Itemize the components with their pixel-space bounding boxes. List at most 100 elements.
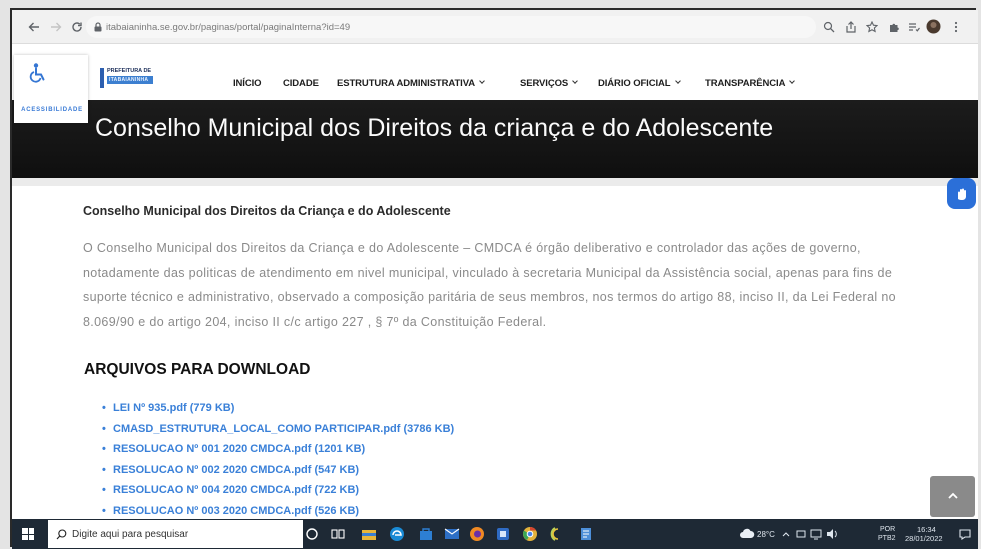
content-paragraph: O Conselho Municipal dos Direitos da Cri…: [83, 241, 896, 329]
accessibility-label: ACESSIBILIDADE: [21, 107, 83, 113]
back-arrow-icon[interactable]: [28, 21, 40, 33]
page-banner: Conselho Municipal dos Direitos da crian…: [12, 100, 978, 178]
main-content: Conselho Municipal dos Direitos da Crian…: [12, 178, 978, 519]
download-link-label[interactable]: CMASD_ESTRUTURA_LOCAL_COMO PARTICIPAR.pd…: [113, 423, 454, 435]
nav-diario-oficial[interactable]: DIÁRIO OFICIAL: [598, 78, 681, 90]
windows-taskbar: Digite aqui para pesquisar 28°C POR PTB2…: [12, 519, 978, 549]
download-link-label[interactable]: RESOLUCAO Nº 001 2020 CMDCA.pdf (1201 KB…: [113, 443, 365, 455]
scroll-to-top-button[interactable]: [930, 476, 975, 517]
share-icon[interactable]: [845, 21, 857, 33]
nav-label: CIDADE: [283, 78, 319, 89]
downloads-list: • LEI Nº 935.pdf (779 KB) • CMASD_ESTRUTUR…: [102, 398, 454, 521]
logo-mark: [100, 68, 104, 88]
clock-time[interactable]: 16:34: [917, 525, 936, 534]
download-link-lei-935[interactable]: • LEI Nº 935.pdf (779 KB): [102, 398, 454, 419]
zoom-icon[interactable]: [823, 21, 835, 33]
firefox-icon[interactable]: [469, 526, 485, 542]
mail-icon[interactable]: [444, 526, 460, 542]
chevron-up-icon: [948, 492, 958, 499]
bullet: •: [102, 402, 106, 414]
nav-transparencia[interactable]: TRANSPARÊNCIA: [705, 78, 796, 90]
download-link-label[interactable]: RESOLUCAO Nº 002 2020 CMDCA.pdf (547 KB): [113, 464, 359, 476]
download-link-resolucao-004[interactable]: • RESOLUCAO Nº 004 2020 CMDCA.pdf (722 KB…: [102, 480, 454, 501]
address-bar-url[interactable]: itabaianinha.se.gov.br/paginas/portal/pa…: [106, 22, 350, 33]
nav-label: TRANSPARÊNCIA: [705, 78, 786, 89]
volume-icon[interactable]: [826, 526, 838, 542]
windows-logo-square: [28, 534, 34, 540]
menu-dots-icon[interactable]: [950, 21, 962, 33]
windows-start-icon[interactable]: [22, 528, 34, 540]
download-link-label[interactable]: RESOLUCAO Nº 003 2020 CMDCA.pdf (526 KB): [113, 505, 359, 517]
download-link-label[interactable]: LEI Nº 935.pdf (779 KB): [113, 402, 234, 414]
sign-language-hand-icon: [958, 188, 966, 200]
notification-center-icon[interactable]: [958, 526, 972, 542]
bullet: •: [102, 484, 106, 496]
nav-label: INÍCIO: [233, 78, 262, 89]
task-view-icon[interactable]: [330, 526, 346, 542]
content-top-strip: [12, 178, 978, 186]
file-explorer-icon[interactable]: [361, 526, 377, 542]
logo-text-name: ITABAIANINHA: [109, 77, 149, 83]
show-hidden-icons-chevron[interactable]: [781, 526, 791, 542]
bullet: •: [102, 422, 106, 435]
logo-band: ITABAIANINHA: [107, 76, 153, 84]
taskbar-app-icon[interactable]: [578, 526, 594, 542]
chevron-down-icon: [674, 78, 681, 84]
nav-label: ESTRUTURA ADMINISTRATIVA: [337, 78, 475, 89]
nav-cidade[interactable]: CIDADE: [283, 78, 319, 90]
forward-arrow-icon[interactable]: [50, 21, 62, 33]
bullet: •: [102, 504, 106, 517]
taskbar-search-box[interactable]: Digite aqui para pesquisar: [48, 520, 303, 548]
download-link-resolucao-003[interactable]: • RESOLUCAO Nº 003 2020 CMDCA.pdf (526 KB…: [102, 501, 454, 522]
scanned-frame: itabaianinha.se.gov.br/paginas/portal/pa…: [0, 0, 981, 549]
windows-logo-square: [22, 534, 28, 540]
download-link-resolucao-001[interactable]: • RESOLUCAO Nº 001 2020 CMDCA.pdf (1201 K…: [102, 439, 454, 460]
vlibras-button[interactable]: [947, 178, 976, 209]
downloads-title: ARQUIVOS PARA DOWNLOAD: [84, 361, 311, 378]
store-icon[interactable]: [418, 526, 434, 542]
chevron-down-icon: [479, 78, 485, 84]
reading-list-icon[interactable]: [908, 21, 920, 33]
weather-temperature[interactable]: 28°C: [757, 530, 775, 539]
lock-icon[interactable]: [92, 21, 104, 33]
chevron-down-icon: [572, 78, 578, 84]
site-logo[interactable]: PREFEITURA DE ITABAIANINHA: [100, 68, 153, 90]
cortana-icon[interactable]: [304, 526, 320, 542]
page-title: Conselho Municipal dos Direitos da crian…: [95, 114, 774, 142]
profile-avatar-icon[interactable]: [926, 19, 941, 34]
taskbar-app-icon[interactable]: [550, 526, 566, 542]
nav-label: DIÁRIO OFICIAL: [598, 78, 671, 89]
download-link-cmasd-estrutura[interactable]: • CMASD_ESTRUTURA_LOCAL_COMO PARTICIPAR.p…: [102, 419, 454, 440]
taskbar-search-placeholder: Digite aqui para pesquisar: [72, 529, 189, 540]
search-icon: [56, 529, 67, 540]
site-header: PREFEITURA DE ITABAIANINHA INÍCIO CIDADE…: [12, 44, 978, 100]
network-icon[interactable]: [810, 526, 822, 542]
reload-icon[interactable]: [71, 21, 83, 33]
device-icon[interactable]: [795, 526, 807, 542]
chevron-down-icon: [789, 78, 796, 84]
wheelchair-icon: [29, 63, 45, 83]
extensions-icon[interactable]: [888, 21, 900, 33]
edge-browser-icon[interactable]: [389, 526, 405, 542]
nav-label: SERVIÇOS: [520, 78, 569, 89]
nav-estrutura-administrativa[interactable]: ESTRUTURA ADMINISTRATIVA: [337, 78, 485, 90]
nav-inicio[interactable]: INÍCIO: [233, 78, 262, 90]
bullet: •: [102, 463, 106, 476]
keyboard-layout[interactable]: PTB2: [878, 534, 896, 543]
nav-servicos[interactable]: SERVIÇOS: [520, 78, 578, 90]
weather-cloud-icon[interactable]: [739, 526, 755, 542]
download-link-resolucao-002[interactable]: • RESOLUCAO Nº 002 2020 CMDCA.pdf (547 KB…: [102, 460, 454, 481]
logo-text-top: PREFEITURA DE: [107, 68, 152, 74]
clock-date[interactable]: 28/01/2022: [905, 534, 943, 543]
download-link-label[interactable]: RESOLUCAO Nº 004 2020 CMDCA.pdf (722 KB): [113, 484, 359, 496]
bullet: •: [102, 443, 106, 455]
screen: itabaianinha.se.gov.br/paginas/portal/pa…: [12, 10, 978, 549]
taskbar-app-icon[interactable]: [495, 526, 511, 542]
star-icon[interactable]: [866, 21, 878, 33]
input-language[interactable]: POR: [880, 525, 895, 534]
windows-logo-square: [22, 528, 28, 534]
browser-toolbar: itabaianinha.se.gov.br/paginas/portal/pa…: [12, 10, 978, 44]
chrome-icon[interactable]: [522, 526, 538, 542]
windows-logo-square: [28, 528, 34, 534]
accessibility-button[interactable]: ACESSIBILIDADE: [14, 55, 88, 123]
